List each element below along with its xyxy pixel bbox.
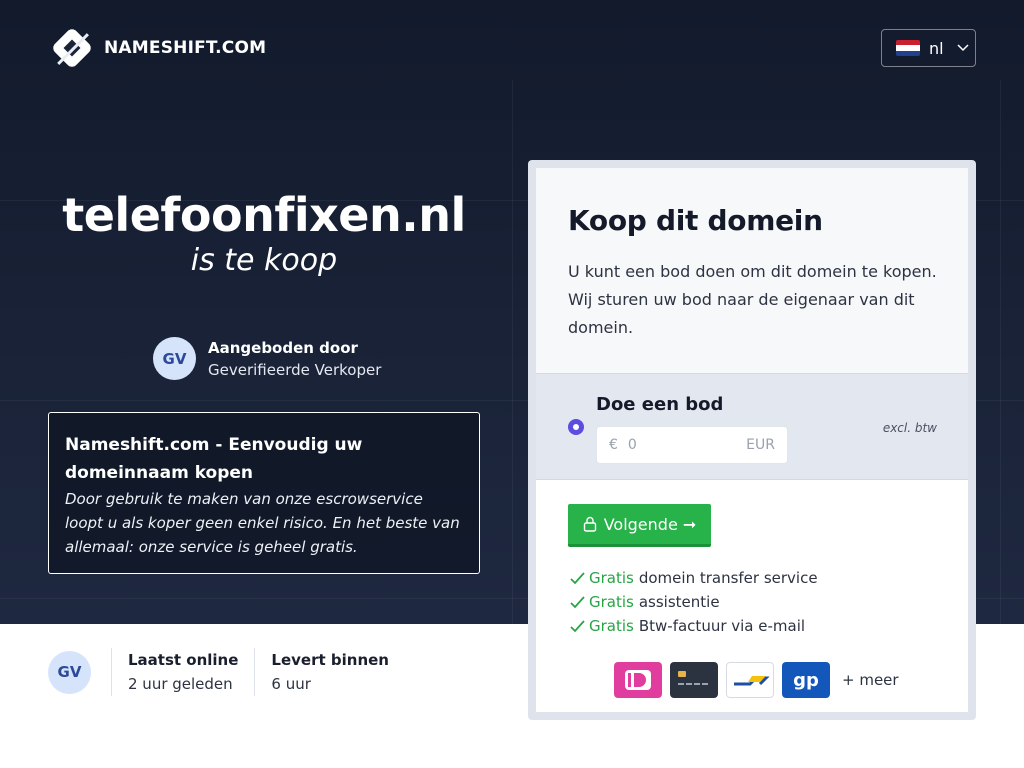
bid-placeholder: 0 (627, 437, 637, 453)
perk-highlight: Gratis (589, 593, 634, 611)
seller-avatar-small: GV (48, 650, 91, 694)
list-item: Gratis assistentie (570, 590, 818, 614)
credit-card-icon (670, 662, 718, 698)
bid-amount-input[interactable]: € 0 EUR (596, 426, 788, 464)
seller-stats: GV Laatst online 2 uur geleden Levert bi… (48, 648, 389, 696)
card-title: Koop dit domein (568, 204, 823, 237)
check-icon (570, 619, 585, 632)
domain-title: telefoonfixen.nl (62, 188, 466, 242)
bid-radio[interactable] (568, 419, 584, 435)
grid-line (512, 80, 513, 624)
bid-label: Doe een bod (596, 394, 724, 415)
perk-text: domein transfer service (638, 569, 818, 587)
card-description: U kunt een bod doen om dit domein te kop… (568, 262, 937, 337)
vat-note: excl. btw (882, 421, 937, 435)
delivers-value: 6 uur (271, 675, 311, 693)
perk-highlight: Gratis (589, 617, 634, 635)
check-icon (570, 571, 585, 584)
info-title: Nameshift.com - Eenvoudig uw domeinnaam … (65, 435, 363, 483)
euro-symbol: € (609, 437, 618, 453)
delivers-label: Levert binnen (271, 651, 389, 669)
list-item: Gratis domein transfer service (570, 566, 818, 590)
brand-name[interactable]: NAMESHIFT.COM (104, 38, 266, 58)
escrow-info-box: Nameshift.com - Eenvoudig uw domeinnaam … (48, 412, 480, 574)
check-icon (570, 595, 585, 608)
logo-icon[interactable] (48, 24, 96, 72)
list-item: Gratis Btw-factuur via e-mail (570, 614, 818, 638)
grid-line (1000, 80, 1001, 624)
seller-info: GV Aangeboden door Geverifieerde Verkope… (153, 337, 381, 380)
lock-icon (583, 516, 596, 532)
bancontact-icon (726, 662, 774, 698)
seller-name: Geverifieerde Verkoper (208, 360, 382, 379)
divider (254, 648, 256, 696)
chevron-down-icon (957, 44, 969, 52)
payment-methods: gp + meer (614, 662, 899, 698)
perk-highlight: Gratis (589, 569, 634, 587)
info-text: Door gebruik te maken van onze escrowser… (65, 490, 460, 556)
next-button[interactable]: Volgende ➞ (568, 504, 711, 547)
ideal-icon (614, 662, 662, 698)
netherlands-flag-icon (896, 40, 920, 56)
language-code: nl (929, 38, 944, 58)
offered-by-label: Aangeboden door (208, 338, 358, 357)
buy-domain-card: Koop dit domein U kunt een bod doen om d… (528, 160, 976, 720)
last-online-label: Laatst online (128, 651, 239, 669)
last-online-stat: Laatst online 2 uur geleden (128, 651, 238, 693)
header: NAMESHIFT.COM (48, 24, 266, 72)
delivery-stat: Levert binnen 6 uur (271, 651, 389, 693)
perk-text: Btw-factuur via e-mail (638, 617, 806, 635)
next-button-label: Volgende ➞ (603, 514, 697, 534)
last-online-value: 2 uur geleden (128, 675, 233, 693)
giropay-icon: gp (782, 662, 830, 698)
divider (111, 648, 112, 696)
bid-section: Doe een bod € 0 EUR excl. btw (536, 373, 968, 480)
for-sale-subtitle: is te koop (190, 243, 338, 278)
seller-avatar: GV (153, 337, 196, 380)
more-payments-link[interactable]: + meer (842, 671, 899, 689)
language-select[interactable]: nl (881, 29, 976, 67)
perk-text: assistentie (638, 593, 720, 611)
currency-label: EUR (746, 437, 775, 453)
perks-list: Gratis domein transfer service Gratis as… (570, 566, 818, 638)
